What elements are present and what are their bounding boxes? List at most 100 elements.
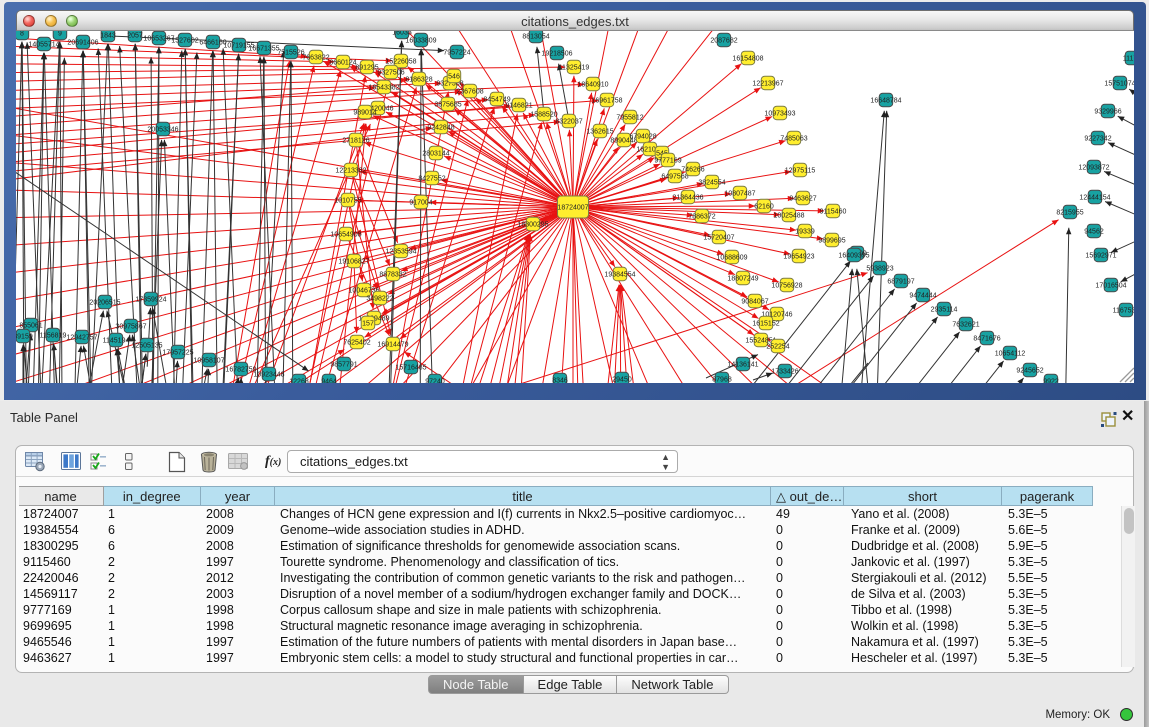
svg-text:18640910: 18640910 bbox=[577, 81, 608, 88]
svg-text:15720407: 15720407 bbox=[703, 234, 734, 241]
svg-text:10958107: 10958107 bbox=[193, 357, 224, 364]
svg-text:7632621: 7632621 bbox=[952, 321, 979, 328]
svg-text:8878332: 8878332 bbox=[379, 271, 406, 278]
svg-text:39159: 39159 bbox=[16, 333, 33, 340]
svg-text:10654908: 10654908 bbox=[330, 231, 361, 238]
svg-text:20053346: 20053346 bbox=[147, 126, 178, 133]
svg-text:7515526: 7515526 bbox=[277, 49, 304, 56]
svg-text:18300295: 18300295 bbox=[517, 221, 548, 228]
svg-text:9329966: 9329966 bbox=[1094, 108, 1121, 115]
svg-text:15226058: 15226058 bbox=[385, 58, 416, 65]
svg-text:546: 546 bbox=[448, 73, 460, 80]
svg-text:3875685: 3875685 bbox=[434, 101, 461, 108]
svg-text:17016504: 17016504 bbox=[1095, 282, 1126, 289]
svg-text:9327506: 9327506 bbox=[377, 69, 404, 76]
svg-text:10025488: 10025488 bbox=[773, 212, 804, 219]
svg-text:12213382: 12213382 bbox=[335, 167, 366, 174]
svg-text:18724007: 18724007 bbox=[557, 204, 588, 211]
svg-text:157: 157 bbox=[362, 320, 374, 327]
svg-text:18807249: 18807249 bbox=[727, 275, 758, 282]
svg-text:1843: 1843 bbox=[100, 32, 116, 39]
svg-text:11325419: 11325419 bbox=[559, 64, 590, 71]
svg-text:7886372: 7886372 bbox=[688, 213, 715, 220]
svg-text:20206515: 20206515 bbox=[89, 299, 120, 306]
svg-text:2935114: 2935114 bbox=[931, 306, 958, 313]
svg-text:1733426: 1733426 bbox=[771, 368, 798, 375]
svg-text:7663822: 7663822 bbox=[302, 54, 329, 61]
svg-text:12353594: 12353594 bbox=[385, 248, 416, 255]
svg-text:6879197: 6879197 bbox=[887, 278, 914, 285]
svg-text:2087682: 2087682 bbox=[710, 37, 737, 44]
svg-text:8: 8 bbox=[20, 31, 24, 37]
svg-text:16543382: 16543382 bbox=[368, 84, 399, 91]
svg-text:11174: 11174 bbox=[1123, 55, 1134, 62]
svg-text:10654112: 10654112 bbox=[995, 350, 1026, 357]
svg-text:8427552: 8427552 bbox=[418, 175, 445, 182]
svg-text:9242848: 9242848 bbox=[427, 124, 454, 131]
svg-text:17957225: 17957225 bbox=[162, 349, 193, 356]
svg-text:9899695: 9899695 bbox=[818, 237, 845, 244]
svg-text:19384554: 19384554 bbox=[604, 271, 635, 278]
svg-text:16671355: 16671355 bbox=[248, 45, 279, 52]
svg-text:14136141: 14136141 bbox=[727, 361, 758, 368]
svg-text:16648784: 16648784 bbox=[870, 97, 901, 104]
svg-text:87968: 87968 bbox=[712, 376, 732, 383]
svg-text:16033809: 16033809 bbox=[405, 37, 436, 44]
svg-text:9463627: 9463627 bbox=[789, 195, 816, 202]
svg-text:16154808: 16154808 bbox=[732, 55, 763, 62]
svg-text:1145194: 1145194 bbox=[103, 337, 130, 344]
svg-text:12268: 12268 bbox=[289, 378, 309, 383]
svg-text:9922: 9922 bbox=[1043, 378, 1059, 383]
svg-text:7955812: 7955812 bbox=[616, 114, 643, 121]
svg-text:29450: 29450 bbox=[612, 376, 632, 383]
svg-text:19106827: 19106827 bbox=[338, 258, 369, 265]
svg-text:8346: 8346 bbox=[552, 377, 568, 383]
svg-text:855061: 855061 bbox=[19, 322, 42, 329]
svg-text:252254: 252254 bbox=[766, 343, 789, 350]
svg-text:1588520: 1588520 bbox=[530, 111, 557, 118]
svg-text:7625402: 7625402 bbox=[343, 339, 370, 346]
svg-text:14055714: 14055714 bbox=[28, 41, 59, 48]
svg-text:10807487: 10807487 bbox=[724, 190, 755, 197]
svg-text:1362615: 1362615 bbox=[586, 128, 613, 135]
svg-text:9777169: 9777169 bbox=[654, 157, 681, 164]
svg-text:5938923: 5938923 bbox=[866, 265, 893, 272]
svg-text:10653267: 10653267 bbox=[143, 35, 174, 42]
svg-text:15692971: 15692971 bbox=[1085, 252, 1116, 259]
svg-text:15716485: 15716485 bbox=[395, 364, 426, 371]
svg-text:1010755: 1010755 bbox=[334, 197, 361, 204]
svg-text:16961758: 16961758 bbox=[591, 97, 622, 104]
svg-text:12505135: 12505135 bbox=[131, 342, 162, 349]
svg-text:2803144: 2803144 bbox=[422, 150, 449, 157]
svg-text:16914479: 16914479 bbox=[377, 341, 408, 348]
svg-text:1156819: 1156819 bbox=[40, 332, 67, 339]
svg-text:16033: 16033 bbox=[392, 31, 412, 36]
svg-text:16782759: 16782759 bbox=[225, 366, 256, 373]
svg-text:1527602: 1527602 bbox=[171, 37, 198, 44]
svg-text:17359924: 17359924 bbox=[135, 296, 166, 303]
svg-text:10688609: 10688609 bbox=[716, 254, 747, 261]
svg-text:21364436: 21364436 bbox=[672, 194, 703, 201]
svg-text:16409395: 16409395 bbox=[838, 252, 869, 259]
svg-text:2057: 2057 bbox=[127, 32, 143, 39]
svg-text:12942757: 12942757 bbox=[66, 334, 97, 341]
svg-text:9084067: 9084067 bbox=[741, 298, 768, 305]
svg-text:12444154: 12444154 bbox=[1079, 194, 1110, 201]
svg-text:9245652: 9245652 bbox=[1016, 367, 1043, 374]
svg-text:8471676: 8471676 bbox=[973, 335, 1000, 342]
svg-text:3498222: 3498222 bbox=[366, 295, 393, 302]
svg-text:9: 9 bbox=[58, 31, 62, 37]
svg-text:9227342: 9227342 bbox=[1084, 135, 1111, 142]
svg-text:8813054: 8813054 bbox=[522, 33, 549, 40]
svg-text:10923448: 10923448 bbox=[253, 371, 284, 378]
svg-text:15751074: 15751074 bbox=[1104, 80, 1134, 87]
svg-text:1167534: 1167534 bbox=[1113, 307, 1134, 314]
svg-text:2718126: 2718126 bbox=[342, 137, 369, 144]
svg-text:20691406: 20691406 bbox=[67, 39, 98, 46]
svg-text:9464: 9464 bbox=[321, 378, 337, 383]
svg-text:10756928: 10756928 bbox=[771, 282, 802, 289]
svg-text:891295: 891295 bbox=[355, 64, 378, 71]
svg-text:10973493: 10973493 bbox=[764, 110, 795, 117]
svg-text:3824554: 3824554 bbox=[698, 179, 725, 186]
svg-text:12213967: 12213967 bbox=[752, 80, 783, 87]
